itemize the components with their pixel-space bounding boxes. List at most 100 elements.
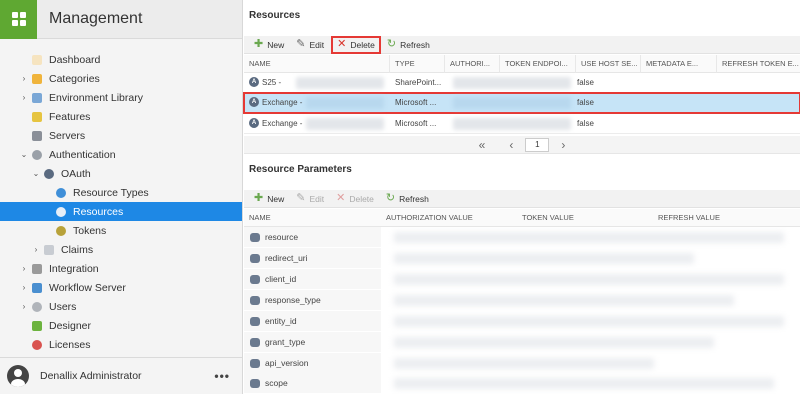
column-header[interactable]: REFRESH TOKEN E... [717,55,800,73]
column-header[interactable]: AUTHORI... [445,54,500,73]
param-row[interactable]: resource [244,227,800,248]
nav-label: Environment Library [49,91,143,104]
resources-icon [56,206,66,217]
param-label: entity_id [265,316,297,326]
nav-label: Categories [49,72,100,85]
nav-item-tokens[interactable]: Tokens [0,221,242,240]
parameter-icon [250,275,260,285]
refresh-label: Refresh [399,193,429,204]
nav-item-environment-library[interactable]: › Environment Library [0,88,242,107]
new-label: New [267,39,285,50]
page-number-input[interactable]: 1 [525,137,550,152]
server-icon [32,130,42,141]
refresh-label: Refresh [400,39,430,50]
column-header[interactable]: TOKEN ENDPOI... [500,54,576,73]
use-host-cell: false [577,97,594,107]
param-row[interactable]: grant_type [244,332,800,353]
oauth-resource-icon: A [249,97,259,108]
edit-button[interactable]: ✎ Edit [291,37,329,53]
param-name: client_id [244,269,381,290]
delete-button[interactable]: ✕ Delete [331,35,381,54]
avatar[interactable] [7,365,29,387]
column-header[interactable]: NAME [244,209,381,227]
nav-item-resources[interactable]: Resources [0,202,242,221]
nav-label: OAuth [61,167,91,180]
nav-label: Resource Types [73,186,149,199]
table-row[interactable]: A S25 - SharePoint... false [244,73,800,93]
nav-label: Integration [49,262,99,275]
column-header[interactable]: USE HOST SE... [576,54,641,73]
param-name: resource [244,227,381,248]
nav-item-users[interactable]: › Users [0,297,242,316]
nav-item-authentication[interactable]: ⌄ Authentication [0,145,242,164]
table-row-selected[interactable]: A Exchange - Microsoft ... false [243,92,800,114]
nav-item-designer[interactable]: Designer [0,316,242,335]
chevron-right-icon[interactable]: › [20,74,28,83]
table-row[interactable]: A Exchange - Microsoft ... false [244,114,800,134]
chevron-down-icon[interactable]: ⌄ [20,150,28,159]
param-refresh-button[interactable]: ↻ Refresh [381,191,434,207]
parameter-icon [250,338,260,348]
nav-item-features[interactable]: Features [0,107,242,126]
param-row[interactable]: api_version [244,353,800,374]
column-header[interactable]: TOKEN VALUE [517,209,653,227]
param-row[interactable]: scope [244,373,800,394]
redacted-text [394,358,654,369]
nav-item-workflow-server[interactable]: › Workflow Server [0,278,242,297]
column-header[interactable]: TYPE [390,54,445,73]
nav-label: Workflow Server [49,281,126,294]
column-header[interactable]: METADATA E... [641,54,717,73]
first-page-icon[interactable]: « [479,138,486,152]
nav-item-oauth[interactable]: ⌄ OAuth [0,164,242,183]
nav-item-licenses[interactable]: Licenses [0,335,242,354]
param-delete-button[interactable]: ✕ Delete [331,191,379,207]
app-logo[interactable] [0,0,37,39]
chevron-right-icon[interactable]: › [20,302,28,311]
more-options-icon[interactable]: ••• [214,369,230,383]
oauth-resource-icon: A [249,77,259,88]
param-new-button[interactable]: ✚ New [249,191,289,207]
chevron-right-icon[interactable]: › [20,283,28,292]
claims-icon [44,244,54,255]
nav-item-integration[interactable]: › Integration [0,259,242,278]
nav-item-dashboard[interactable]: Dashboard [0,50,242,69]
parameter-icon [250,317,260,327]
param-label: api_version [265,358,309,368]
column-header[interactable]: AUTHORIZATION VALUE [381,209,517,227]
nav-item-servers[interactable]: Servers [0,126,242,145]
chevron-right-icon[interactable]: › [20,264,28,273]
param-edit-button[interactable]: ✎ Edit [291,191,329,207]
nav-label: Licenses [49,338,91,351]
param-row[interactable]: redirect_uri [244,248,800,269]
chevron-right-icon[interactable]: › [32,245,40,254]
nav-item-categories[interactable]: › Categories [0,69,242,88]
column-header[interactable]: NAME [244,54,390,73]
app-title: Management [49,10,143,27]
pager: « ‹ 1 › [244,136,800,154]
parameter-icon [250,233,260,243]
column-header[interactable]: REFRESH VALUE [653,209,800,227]
row-name: Exchange - [262,118,303,128]
redacted-text [394,378,774,389]
refresh-button[interactable]: ↻ Refresh [382,37,435,53]
param-name: response_type [244,290,381,311]
nav-item-resource-types[interactable]: Resource Types [0,183,242,202]
delete-label: Delete [350,39,375,50]
chevron-down-icon[interactable]: ⌄ [32,169,40,178]
param-row[interactable]: response_type [244,290,800,311]
redacted-text [394,274,784,285]
nav-item-claims[interactable]: › Claims [0,240,242,259]
token-icon [56,225,66,236]
param-row[interactable]: client_id [244,269,800,290]
param-name: api_version [244,353,381,374]
redacted-cells [445,73,575,93]
chevron-right-icon[interactable]: › [20,93,28,102]
grid-icon [11,12,26,26]
new-button[interactable]: ✚ New [249,37,289,53]
license-icon [32,339,42,350]
next-page-icon[interactable]: › [561,138,565,152]
prev-page-icon[interactable]: ‹ [509,138,513,152]
param-row[interactable]: entity_id [244,311,800,332]
param-name: scope [244,373,381,394]
name-cell: A Exchange - [244,114,390,134]
